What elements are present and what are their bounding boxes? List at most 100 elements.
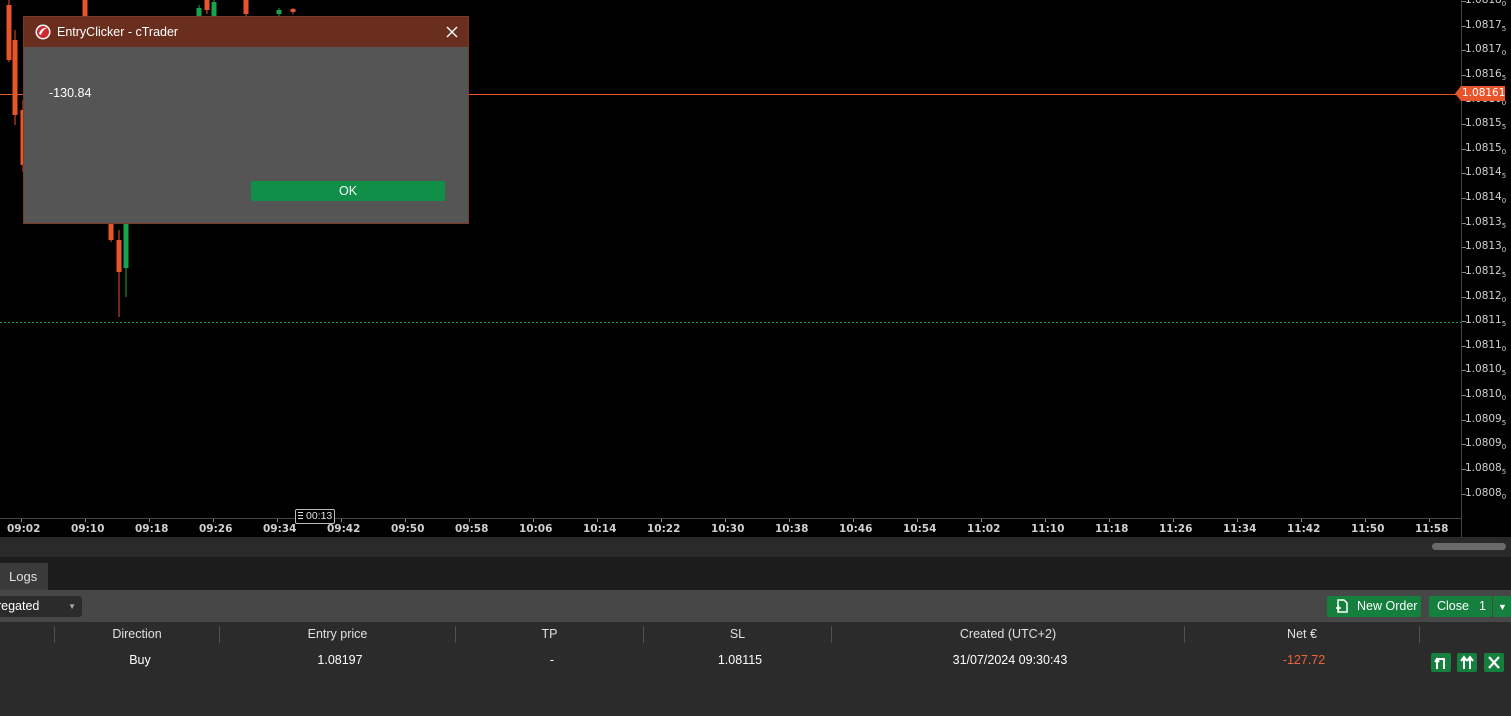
close-label: Close [1437,599,1469,613]
price-tick [1462,124,1466,126]
dialog-titlebar[interactable]: EntryClicker - cTrader [24,17,468,47]
new-order-label: New Order [1357,599,1418,613]
time-tick-label: 09:42 [327,523,361,535]
double-position-button[interactable] [1457,653,1477,672]
chart-scrollbar[interactable] [0,537,1511,557]
price-tick-label: 1.08130 [1465,240,1507,255]
time-tick [661,519,662,522]
candle-body [12,40,18,115]
time-tick-label: 09:18 [135,523,169,535]
time-tick [213,519,214,522]
candle-body [116,240,122,272]
cursor-time-label[interactable]: 00:13 [295,509,336,524]
price-tick [1462,321,1466,323]
price-tick [1462,222,1466,224]
scrollbar-thumb[interactable] [1432,543,1506,550]
price-tick-label: 1.08110 [1465,338,1507,353]
ok-button[interactable]: OK [251,181,445,201]
price-tick-label: 1.08170 [1465,43,1507,58]
positions-table: Direction Entry price TP SL Created (UTC… [0,622,1511,716]
price-axis[interactable]: 1.081801.081751.081701.081651.081601.081… [1461,0,1511,537]
time-tick [1429,519,1430,522]
reverse-icon [1434,657,1445,669]
close-position-button[interactable] [1484,653,1504,672]
time-tick [21,519,22,522]
aggregate-select[interactable]: gregated ▼ [0,596,82,617]
reverse-position-button[interactable] [1431,653,1451,672]
close-dropdown-button[interactable]: ▼ [1493,596,1511,617]
dialog-message: -130.84 [49,86,92,100]
time-tick [981,519,982,522]
price-tick-label: 1.08155 [1465,117,1507,132]
header-sl[interactable]: SL [644,622,831,647]
price-tick-label: 1.08095 [1465,412,1507,427]
price-tick [1462,444,1466,446]
chevron-down-icon: ▼ [1498,602,1507,612]
time-tick-label: 11:42 [1287,523,1321,535]
time-tick-label: 11:10 [1031,523,1065,535]
price-tick-label: 1.08115 [1465,314,1507,329]
price-tick [1462,419,1466,421]
price-tick [1462,173,1466,175]
price-tick [1462,25,1466,27]
price-tick [1462,370,1466,372]
header-net[interactable]: Net € [1185,622,1419,647]
drag-grip-icon [298,512,303,521]
candle-body [6,5,12,60]
time-tick-label: 09:10 [71,523,105,535]
header-direction[interactable]: Direction [55,622,219,647]
time-tick [85,519,86,522]
close-positions-button[interactable]: Close 1 [1429,596,1492,617]
price-tick-label: 1.08145 [1465,166,1507,181]
candle-body [211,2,217,16]
header-entry-price[interactable]: Entry price [220,622,455,647]
price-tick [1462,345,1466,347]
header-tp[interactable]: TP [456,622,643,647]
time-tick [1109,519,1110,522]
time-tick [1173,519,1174,522]
time-tick-label: 09:58 [455,523,489,535]
time-tick [469,519,470,522]
tab-logs[interactable]: Logs [0,563,48,590]
close-icon[interactable] [444,24,460,40]
time-tick-label: 10:06 [519,523,553,535]
current-price-label: 1.08161 [1455,86,1505,101]
price-tick-label: 1.08175 [1465,18,1507,33]
price-tick [1462,468,1466,470]
time-tick [1301,519,1302,522]
bottom-tab-bar: Logs [0,557,1511,590]
chevron-down-icon: ▼ [68,602,76,611]
new-order-icon [1336,599,1348,613]
time-tick [405,519,406,522]
time-tick-label: 09:26 [199,523,233,535]
cell-created: 31/07/2024 09:30:43 [952,653,1068,667]
time-tick [853,519,854,522]
time-tick-label: 10:30 [711,523,745,535]
header-created[interactable]: Created (UTC+2) [832,622,1184,647]
cell-sl: 1.08115 [717,653,763,667]
time-tick-label: 11:34 [1223,523,1257,535]
candle-body [243,0,249,14]
cell-entry-price: 1.08197 [317,653,363,667]
time-tick-label: 11:26 [1159,523,1193,535]
price-tick [1462,493,1466,495]
time-tick-label: 11:58 [1415,523,1449,535]
time-axis[interactable]: 09:02 09:10 09:18 09:26 09:34 09:42 09:50 09:58… [0,518,1461,538]
new-order-button[interactable]: New Order [1327,596,1421,617]
close-icon [1488,656,1500,669]
price-tick [1462,271,1466,273]
candle-body [196,8,202,16]
time-tick-label: 10:38 [775,523,809,535]
candle-body [276,10,282,14]
time-tick-label: 09:50 [391,523,425,535]
price-tick [1462,296,1466,298]
positions-toolbar: gregated ▼ New Order Close 1 ▼ [0,590,1511,622]
time-tick [277,519,278,522]
time-tick-label: 11:50 [1351,523,1385,535]
price-tick [1462,247,1466,249]
time-tick-label: 09:34 [263,523,297,535]
time-tick-label: 09:02 [7,523,41,535]
time-tick-label: 11:18 [1095,523,1129,535]
candle-body [290,9,296,12]
price-tick-label: 1.08105 [1465,363,1507,378]
